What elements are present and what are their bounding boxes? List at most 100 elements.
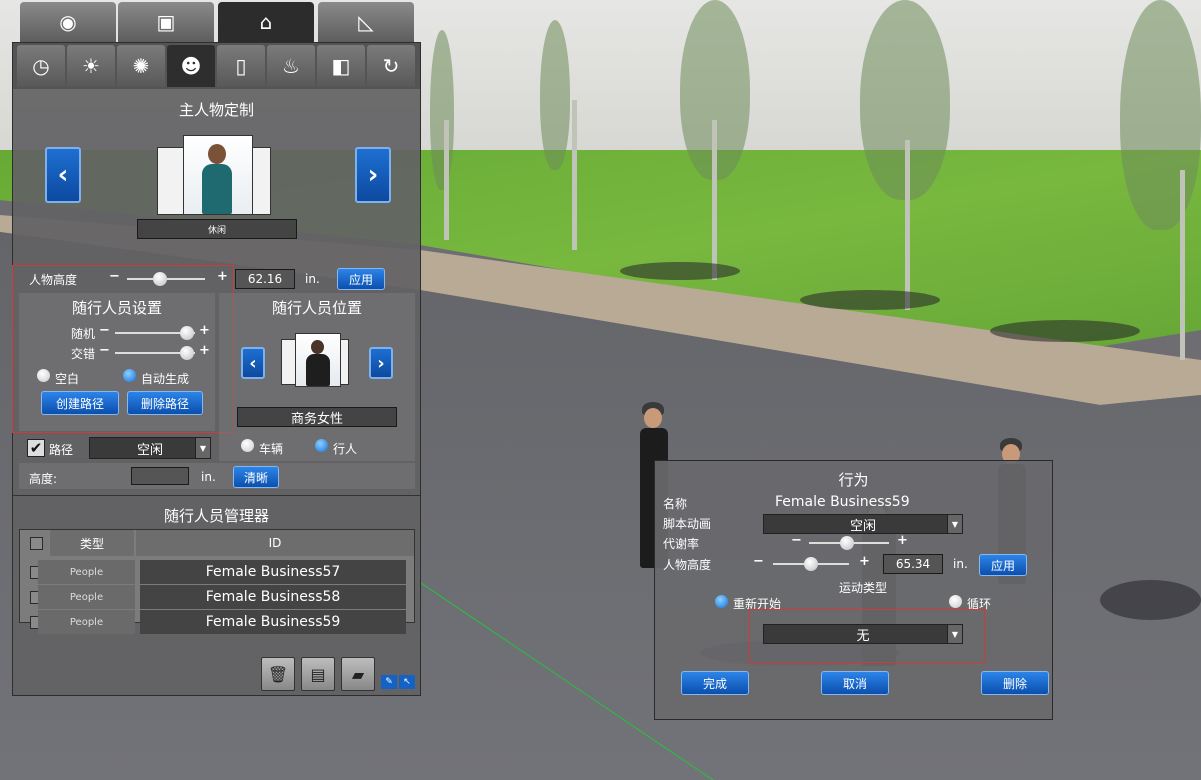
animation-dropdown-value: 空闲 [849,518,876,534]
subtab-fire[interactable]: ♨ [267,45,315,87]
row-type: People [38,610,135,634]
rate-slider-knob[interactable] [839,536,854,550]
height-apply-button[interactable]: 应用 [337,268,385,290]
radio-vehicle-label: 车辆 [259,442,284,456]
ruler-icon: ◺ [358,10,374,34]
radio-vehicle[interactable] [241,439,254,452]
subtab-light[interactable]: ✺ [117,45,165,87]
tab-measure[interactable]: ◺ [318,2,414,42]
select-all-checkbox[interactable] [30,537,43,550]
cancel-button[interactable]: 取消 [821,671,889,695]
char-height-apply-button[interactable]: 应用 [979,554,1027,576]
done-button[interactable]: 完成 [681,671,749,695]
path-dropdown[interactable]: 空闲 ▼ [89,437,211,459]
tab-navigation[interactable]: ◉ [20,2,116,42]
radio-loop[interactable] [949,595,962,608]
table-row[interactable]: People Female Business58 [20,585,414,609]
row-id: Female Business59 [140,610,406,634]
name-value: Female Business59 [775,494,910,510]
char-height-input[interactable]: 65.34 [883,554,943,574]
name-label: 名称 [663,497,688,511]
char-height-unit: in. [953,557,968,571]
subtab-camera[interactable]: ◧ [317,45,365,87]
subtab-door[interactable]: ▯ [217,45,265,87]
chevron-down-icon: ▼ [947,515,962,533]
rotate-icon: ↻ [382,54,400,78]
char-height-label: 人物高度 [663,558,712,572]
follower-height-input[interactable] [131,467,189,485]
chevron-down-icon: ▼ [195,438,210,458]
collapse-button[interactable]: ↖ [399,675,415,689]
arrow-nw-icon: ↖ [403,677,411,687]
radio-pedestrian-label: 行人 [333,442,358,456]
pin-button[interactable]: ✎ [381,675,397,689]
subtab-rotate[interactable]: ↻ [367,45,415,87]
trash-icon: 🗑 [267,664,289,684]
height-row: 高度: in. 清晰 [19,463,415,489]
tree [1120,0,1201,230]
subtab-sun[interactable]: ☀ [67,45,115,87]
tree-trunk [712,120,717,280]
char-height-slider[interactable] [773,557,849,571]
char-height-slider-knob[interactable] [804,557,818,571]
path-checkbox[interactable]: ✔ [27,439,45,457]
tree [430,30,454,190]
save-button[interactable]: ▤ [301,657,335,691]
tree-trunk [444,120,449,240]
motion-type-label: 运动类型 [839,581,888,595]
camera-person-icon: ▣ [156,10,176,34]
follower-position-section: 随行人员位置 ‹ › 商务女性 车辆 行人 [219,293,415,461]
delete-button[interactable]: 🗑 [261,657,295,691]
tab-scene-objects[interactable]: ⌂ [218,2,314,42]
behavior-dialog: 行为 名称 Female Business59 脚本动画 空闲 ▼ 代谢率 − … [654,460,1053,720]
char-height-minus[interactable]: − [753,554,764,569]
sunrise-icon: ☀ [82,54,100,78]
scene-objects-icon: ⌂ [259,10,273,34]
behavior-title: 行为 [838,471,869,489]
rate-slider[interactable] [809,536,889,550]
rate-minus[interactable]: − [791,533,802,548]
tree-trunk [1180,170,1185,360]
compass-icon: ◉ [59,10,77,34]
position-prev-button[interactable]: ‹ [241,347,265,379]
lightbulb-icon: ✺ [132,54,150,78]
row-type: People [38,585,135,609]
camera-icon: ◧ [331,54,351,78]
delete-behavior-button[interactable]: 删除 [981,671,1049,695]
position-next-button[interactable]: › [369,347,393,379]
clock-icon: ◷ [32,54,50,78]
rate-plus[interactable]: + [897,533,908,548]
radio-pedestrian[interactable] [315,439,328,452]
manager-title: 随行人员管理器 [163,507,269,525]
follower-preview[interactable] [295,333,341,387]
tree-trunk [905,140,910,310]
radio-restart[interactable] [715,595,728,608]
character-preview[interactable] [183,135,253,215]
table-row[interactable]: People Female Business59 [20,610,414,634]
subtab-people[interactable]: ☻ [167,45,215,87]
row-id: Female Business58 [140,585,406,609]
folder-icon: ▰ [351,664,365,684]
follower-height-unit: in. [201,470,216,484]
main-prev-button[interactable]: ‹ [45,147,81,203]
char-height-plus[interactable]: + [859,554,870,569]
people-icon: ☻ [180,54,202,78]
clear-button[interactable]: 清晰 [233,466,279,488]
subtab-time[interactable]: ◷ [17,45,65,87]
tab-camera-people[interactable]: ▣ [118,2,214,42]
outfit-label: 休闲 [137,219,297,239]
follower-character-name: 商务女性 [237,407,397,427]
animation-dropdown[interactable]: 空闲 ▼ [763,514,963,534]
top-navigation: ◉ ▣ ⌂ ◺ [12,2,419,42]
animation-label: 脚本动画 [663,517,712,531]
motion-dropdown[interactable]: 无 ▼ [763,624,963,644]
manager-table: 类型 ID People Female Business57 People Fe… [19,529,415,634]
open-folder-button[interactable]: ▰ [341,657,375,691]
follower-position-title: 随行人员位置 [271,299,362,317]
row-type: People [38,560,135,584]
table-row[interactable]: People Female Business57 [20,560,414,584]
height-value-input[interactable]: 62.16 [235,269,295,289]
floppy-disk-icon: ▤ [310,664,326,684]
main-next-button[interactable]: › [355,147,391,203]
character-portrait-icon [208,144,226,164]
